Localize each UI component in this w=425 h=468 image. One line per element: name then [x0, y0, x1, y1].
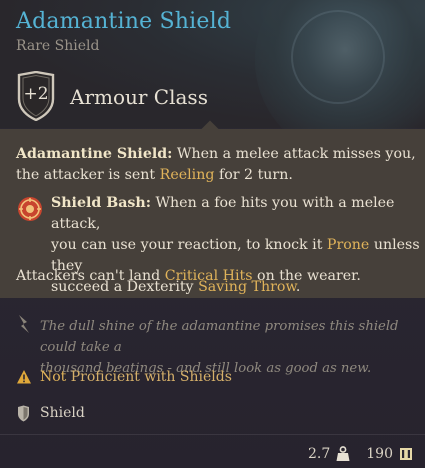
item-category: Shield [40, 405, 85, 421]
armour-class-label: Armour Class [70, 85, 208, 109]
adamantine-passive-description: Adamantine Shield: When a melee attack m… [16, 146, 416, 183]
gold-value: 190 [366, 446, 393, 462]
prone-link[interactable]: Prone [327, 237, 369, 253]
warning-icon [17, 370, 31, 384]
footer-divider [0, 434, 425, 435]
armour-class-value: +2 [23, 84, 49, 104]
critical-immunity-description: Attackers can't land Critical Hits on th… [16, 268, 361, 284]
shield-bash-icon [18, 197, 42, 221]
reeling-link[interactable]: Reeling [160, 167, 215, 183]
item-tooltip: Adamantine Shield Rare Shield +2 Armour … [0, 0, 425, 468]
shield-artwork-rim [291, 10, 385, 104]
gold-coin-icon [400, 448, 412, 460]
shield-type-icon [18, 405, 29, 422]
item-rarity-type: Rare Shield [16, 38, 100, 54]
lore-quill-icon [19, 315, 29, 333]
weight-value: 2.7 [308, 446, 331, 462]
item-name: Adamantine Shield [16, 9, 232, 34]
critical-hits-link[interactable]: Critical Hits [165, 268, 253, 284]
tooltip-footer: 2.7 190 [308, 446, 413, 462]
proficiency-warning: Not Proficient with Shields [40, 369, 232, 385]
weight-icon [336, 446, 350, 461]
